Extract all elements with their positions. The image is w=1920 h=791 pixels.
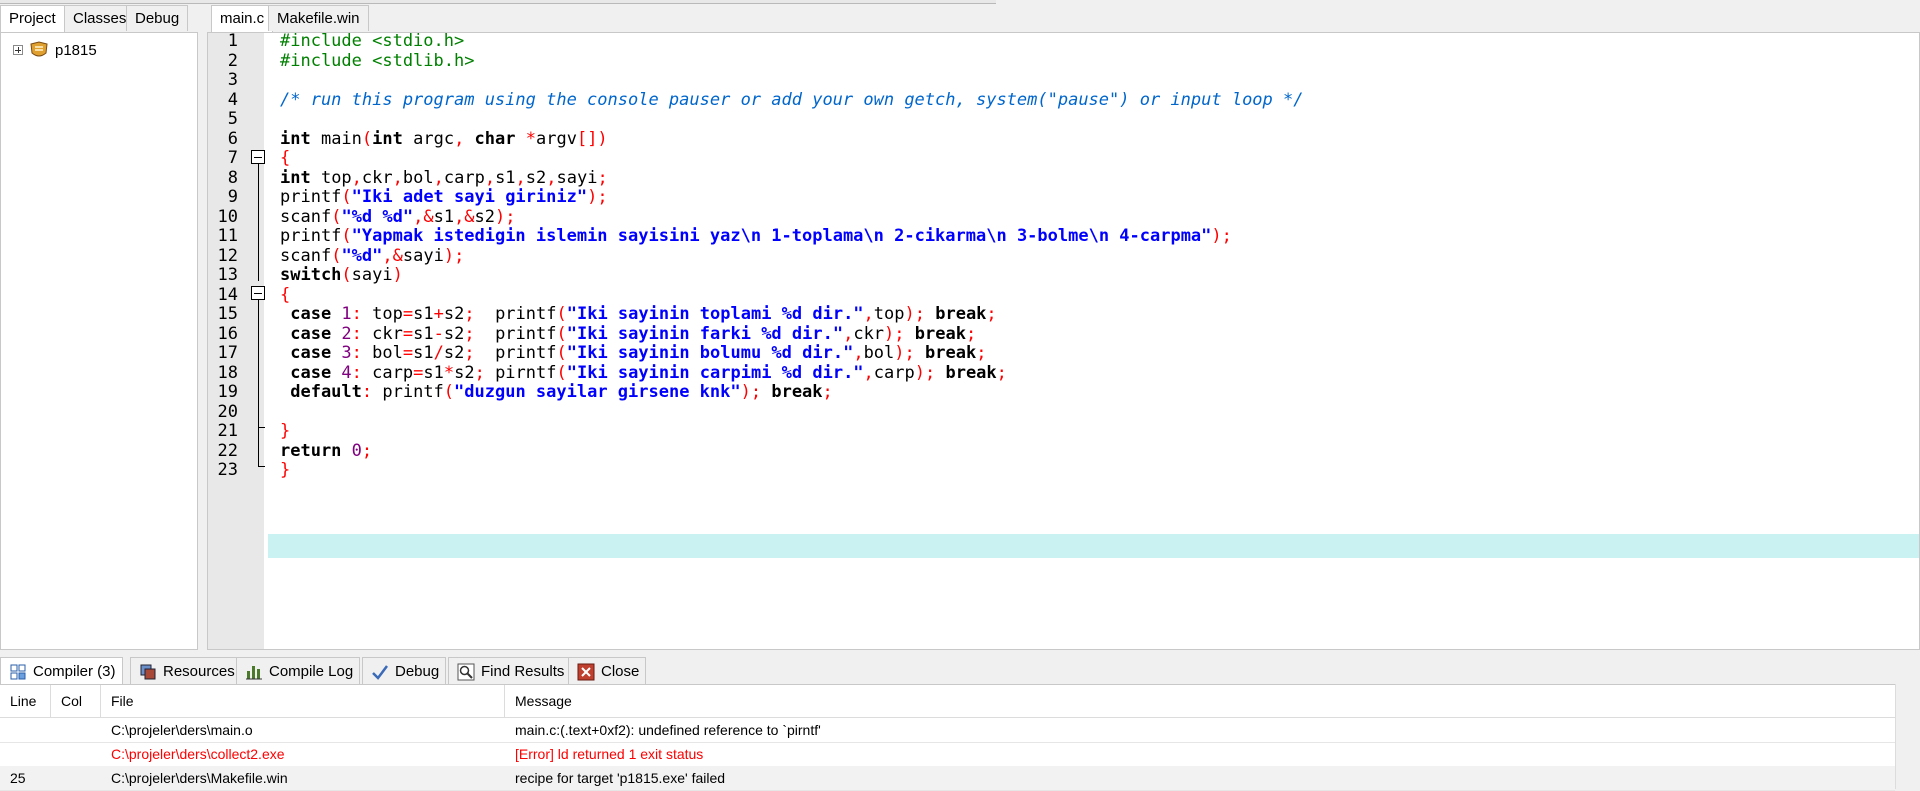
code-line: /* run this program using the console pa… (280, 89, 1304, 110)
tab-project[interactable]: Project (0, 5, 65, 33)
bottom-panel-tabs: Compiler (3) Resources Compile Log Debug… (0, 657, 1920, 685)
resources-icon (140, 664, 156, 679)
column-header-col[interactable]: Col (51, 685, 101, 717)
cell-message: recipe for target 'p1815.exe' failed (515, 770, 726, 786)
column-header-file[interactable]: File (101, 685, 505, 717)
cell-line (0, 718, 51, 742)
tab-compile-log[interactable]: Compile Log (236, 657, 361, 685)
tab-find-results[interactable]: Find Results (448, 657, 572, 685)
code-line: } (280, 460, 291, 480)
table-row[interactable]: C:\projeler\ders\main.o main.c:(.text+0x… (0, 718, 1895, 743)
find-icon (457, 663, 475, 680)
table-row[interactable]: C:\projeler\ders\collect2.exe [Error] ld… (0, 742, 1895, 767)
line-number: 23 (217, 460, 238, 480)
tab-debug-bottom[interactable]: Debug (362, 657, 447, 685)
tab-resources-label: Resources (163, 663, 235, 680)
tab-compiler-label: Compiler (3) (33, 663, 116, 680)
close-icon (577, 663, 595, 680)
cell-file: C:\projeler\ders\collect2.exe (111, 746, 285, 762)
checkmark-icon (372, 664, 388, 680)
splitter[interactable] (199, 5, 207, 650)
tab-compile-log-label: Compile Log (269, 663, 354, 680)
tab-close[interactable]: Close (568, 657, 647, 685)
compiler-results-table[interactable]: Line Col File Message C:\projeler\ders\m… (0, 684, 1895, 791)
fold-margin (248, 33, 268, 649)
code-line: #include <stdlib.h> (280, 50, 475, 71)
column-header-message[interactable]: Message (505, 685, 1895, 717)
cell-line: 25 (10, 770, 26, 786)
tab-debug[interactable]: Debug (126, 5, 189, 31)
cell-line (0, 742, 51, 766)
table-header: Line Col File Message (0, 685, 1895, 718)
cell-col (51, 742, 101, 766)
fold-guide (257, 300, 259, 427)
code-editor[interactable]: 1 2 3 4 5 6 7 8 9 10 11 12 13 14 15 16 1… (207, 32, 1920, 650)
fold-guide (257, 427, 259, 467)
column-header-line[interactable]: Line (0, 685, 51, 717)
project-name: p1815 (55, 41, 97, 59)
tab-debug-label: Debug (395, 663, 440, 680)
tab-makefile[interactable]: Makefile.win (268, 5, 369, 31)
fold-collapse-icon[interactable] (251, 150, 265, 164)
compiler-grid-icon (10, 664, 26, 679)
tab-main-c[interactable]: main.c (211, 5, 274, 33)
cell-message: [Error] ld returned 1 exit status (515, 746, 704, 762)
code-line: default: printf("duzgun sayilar girsene … (280, 382, 833, 402)
tab-find-results-label: Find Results (481, 663, 565, 680)
top-strip-bar (0, 0, 996, 4)
results-scrollbar[interactable] (1895, 684, 1920, 789)
editor-tabs: main.c Makefile.win (207, 5, 1920, 33)
tab-compiler[interactable]: Compiler (3) (0, 657, 123, 685)
left-panel-tabs: Project Classes Debug (0, 5, 200, 33)
tab-close-label: Close (601, 663, 640, 680)
project-browser: p1815 (0, 32, 198, 650)
project-node-icon (30, 41, 48, 57)
table-row[interactable]: 25 C:\projeler\ders\Makefile.win recipe … (0, 766, 1895, 791)
cell-message: main.c:(.text+0xf2): undefined reference… (515, 722, 821, 738)
cell-col (51, 718, 101, 742)
expand-icon[interactable] (13, 45, 23, 55)
code-area[interactable]: #include <stdio.h> #include <stdlib.h> /… (268, 33, 1919, 649)
fold-collapse-icon[interactable] (251, 286, 265, 300)
project-tree-item[interactable]: p1815 (13, 39, 97, 61)
cell-col (51, 766, 101, 790)
fold-end-marker (258, 427, 265, 428)
tab-resources[interactable]: Resources (130, 657, 242, 685)
bar-chart-icon (246, 665, 262, 679)
fold-guide (257, 164, 259, 281)
tab-classes[interactable]: Classes (64, 5, 136, 31)
cell-file: C:\projeler\ders\main.o (111, 722, 253, 738)
fold-end-marker (258, 466, 265, 467)
cell-file: C:\projeler\ders\Makefile.win (111, 770, 288, 786)
